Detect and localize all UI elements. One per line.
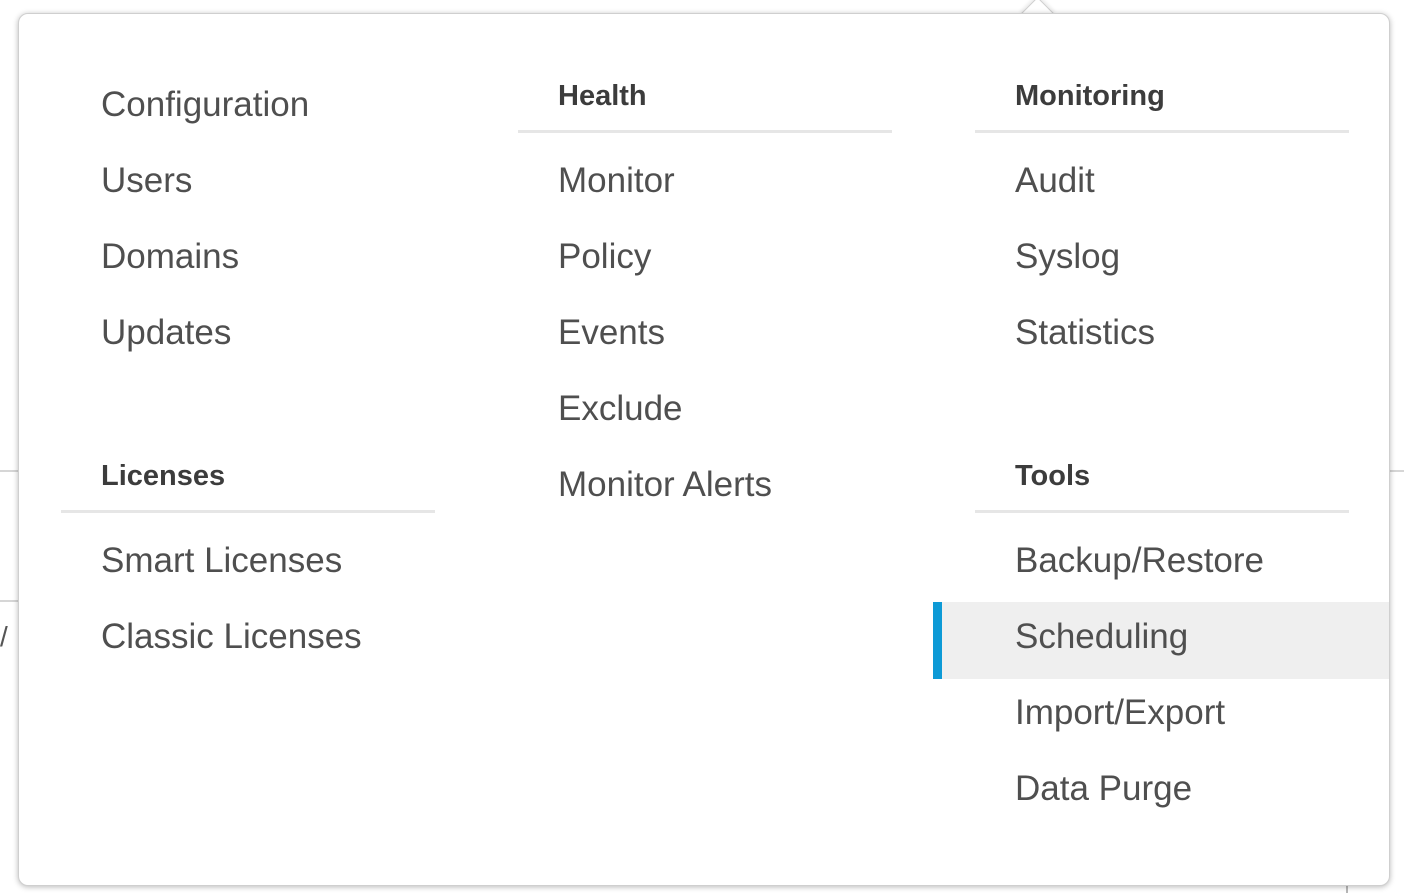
menu-item-configuration[interactable]: Configuration xyxy=(101,83,309,127)
background-divider xyxy=(1388,470,1404,472)
section-divider-tools xyxy=(975,510,1349,513)
menu-item-users[interactable]: Users xyxy=(101,159,192,203)
section-divider-licenses xyxy=(61,510,435,513)
section-heading-licenses: Licenses xyxy=(101,460,226,492)
menu-item-exclude[interactable]: Exclude xyxy=(558,387,683,431)
background-divider xyxy=(0,470,20,472)
menu-item-backup-restore[interactable]: Backup/Restore xyxy=(1015,539,1264,583)
section-divider-monitoring xyxy=(975,130,1349,133)
menu-item-import-export[interactable]: Import/Export xyxy=(1015,691,1225,735)
section-heading-health: Health xyxy=(558,80,647,112)
menu-item-monitor-alerts[interactable]: Monitor Alerts xyxy=(558,463,772,507)
menu-item-classic-licenses[interactable]: Classic Licenses xyxy=(101,615,362,659)
menu-item-updates[interactable]: Updates xyxy=(101,311,231,355)
menu-item-events[interactable]: Events xyxy=(558,311,665,355)
menu-item-syslog[interactable]: Syslog xyxy=(1015,235,1120,279)
menu-item-monitor[interactable]: Monitor xyxy=(558,159,675,203)
background-divider xyxy=(0,600,20,602)
menu-item-audit[interactable]: Audit xyxy=(1015,159,1095,203)
menu-item-policy[interactable]: Policy xyxy=(558,235,651,279)
background-text-fragment: / xyxy=(0,622,8,652)
menu-item-data-purge[interactable]: Data Purge xyxy=(1015,767,1192,811)
menu-item-scheduling[interactable]: Scheduling xyxy=(1015,615,1188,659)
menu-item-statistics[interactable]: Statistics xyxy=(1015,311,1155,355)
section-heading-tools: Tools xyxy=(1015,460,1091,492)
menu-item-domains[interactable]: Domains xyxy=(101,235,239,279)
menu-item-smart-licenses[interactable]: Smart Licenses xyxy=(101,539,342,583)
section-heading-monitoring: Monitoring xyxy=(1015,80,1165,112)
section-divider-health xyxy=(518,130,892,133)
system-dropdown-menu: Configuration Users Domains Updates Lice… xyxy=(18,13,1390,886)
active-item-indicator xyxy=(933,602,942,679)
